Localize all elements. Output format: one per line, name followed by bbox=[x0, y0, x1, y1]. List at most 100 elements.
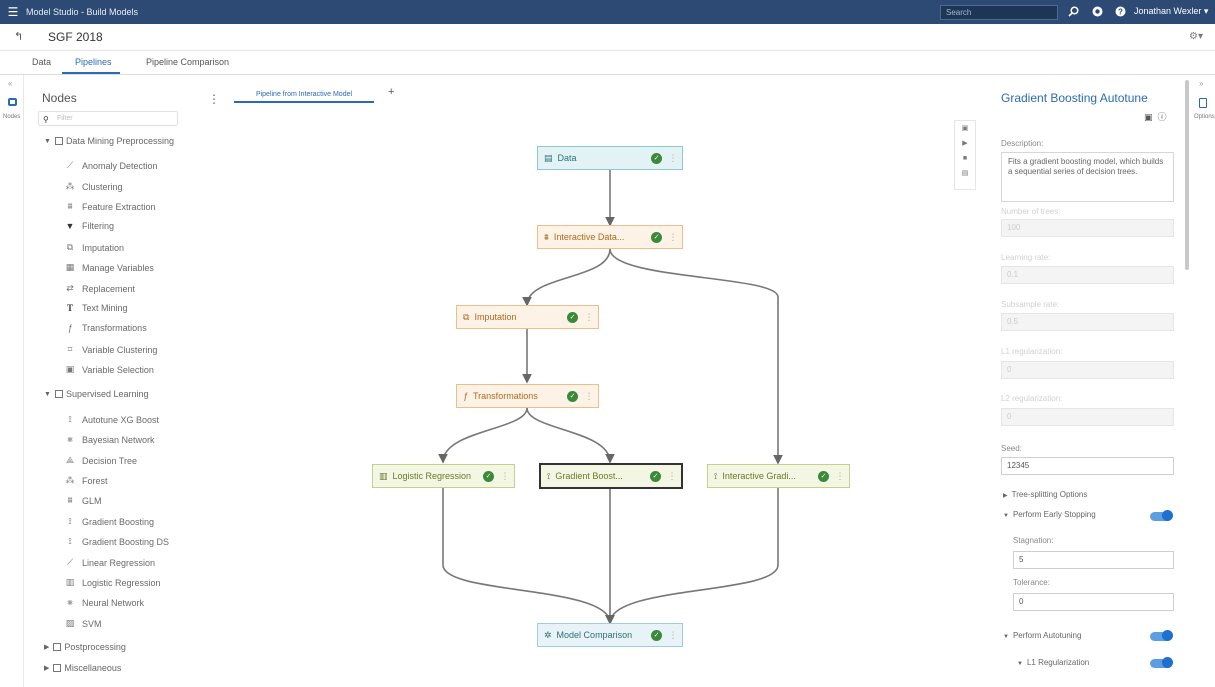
stagnation-label: Stagnation: bbox=[1013, 536, 1054, 545]
save-icon[interactable]: ▣ bbox=[1144, 112, 1153, 122]
group-label: Supervised Learning bbox=[65, 389, 149, 399]
node-label: Transformations bbox=[473, 391, 538, 401]
node-transformations[interactable]: ƒ Transformations ✓ ⋮ bbox=[456, 384, 599, 408]
help-icon[interactable]: ? bbox=[1113, 4, 1127, 18]
number-of-trees-field[interactable]: 100 bbox=[1001, 219, 1174, 237]
l2-regularization-field[interactable]: 0 bbox=[1001, 408, 1174, 426]
node-interactive-data[interactable]: ⩩ Interactive Data... ✓ ⋮ bbox=[537, 225, 683, 249]
node-item-text-mining[interactable]: T Text Mining bbox=[64, 303, 128, 313]
node-item-imputation[interactable]: ⧉ Imputation bbox=[64, 242, 124, 253]
group-miscellaneous[interactable]: ▶ Miscellaneous bbox=[44, 663, 121, 673]
node-menu-icon[interactable]: ⋮ bbox=[668, 630, 678, 641]
options-scrollbar[interactable] bbox=[1185, 80, 1189, 270]
project-actions-icon[interactable]: ⚙▾ bbox=[1189, 31, 1203, 42]
subsample-rate-field[interactable]: 0.5 bbox=[1001, 313, 1174, 331]
caret-right-icon[interactable]: ▶ bbox=[44, 664, 49, 672]
node-item-replacement[interactable]: ⇄ Replacement bbox=[64, 283, 135, 294]
node-gradient-boosting[interactable]: ⟟ Gradient Boost... ✓ ⋮ bbox=[539, 463, 683, 489]
hamburger-menu-icon[interactable]: ☰ bbox=[0, 5, 26, 19]
l1-regularization-field[interactable]: 0 bbox=[1001, 361, 1174, 379]
group-checkbox[interactable] bbox=[54, 390, 63, 398]
early-stopping-section[interactable]: ▼ Perform Early Stopping bbox=[1003, 510, 1096, 519]
node-model-comparison[interactable]: ✲ Model Comparison ✓ ⋮ bbox=[537, 623, 683, 647]
l1-regularization-toggle[interactable] bbox=[1150, 657, 1173, 668]
stagnation-field[interactable]: 5 bbox=[1013, 551, 1174, 569]
user-menu[interactable]: Jonathan Wexler ▾ bbox=[1134, 6, 1208, 17]
group-checkbox[interactable] bbox=[53, 643, 62, 651]
tolerance-field[interactable]: 0 bbox=[1013, 593, 1174, 611]
node-item-forest[interactable]: ⁂ Forest bbox=[64, 475, 108, 486]
node-item-feature-extraction[interactable]: ⩩ Feature Extraction bbox=[64, 201, 156, 212]
node-menu-icon[interactable]: ⋮ bbox=[668, 232, 678, 243]
help-icon[interactable]: ⓘ bbox=[1158, 112, 1167, 122]
l1-regularization-tuning-section[interactable]: ▼ L1 Regularization bbox=[1017, 658, 1089, 667]
caret-down-icon[interactable]: ▼ bbox=[1003, 513, 1009, 519]
node-menu-icon[interactable]: ⋮ bbox=[584, 312, 594, 323]
node-item-neural-network[interactable]: ⨳ Neural Network bbox=[64, 597, 144, 608]
node-item-decision-tree[interactable]: ⟁ Decision Tree bbox=[64, 455, 137, 466]
node-item-gradient-boosting-ds[interactable]: ⟟ Gradient Boosting DS bbox=[64, 536, 169, 547]
group-checkbox[interactable] bbox=[54, 137, 63, 145]
node-menu-icon[interactable]: ⋮ bbox=[667, 471, 677, 482]
node-item-transformations[interactable]: ƒ Transformations bbox=[64, 323, 146, 333]
collapse-right-icon[interactable]: » bbox=[1199, 79, 1203, 88]
group-checkbox[interactable] bbox=[53, 664, 62, 672]
caret-right-icon[interactable]: ▶ bbox=[44, 643, 49, 651]
node-data[interactable]: ▤ Data ✓ ⋮ bbox=[537, 146, 683, 170]
description-label: Description: bbox=[1001, 139, 1044, 148]
caret-down-icon[interactable]: ▼ bbox=[44, 391, 51, 398]
node-item-svm[interactable]: ▨ SVM bbox=[64, 618, 102, 629]
back-arrow-icon[interactable]: ↰ bbox=[14, 30, 23, 43]
group-supervised-learning[interactable]: ▼ Supervised Learning bbox=[44, 389, 149, 399]
node-item-variable-selection[interactable]: ▣ Variable Selection bbox=[64, 364, 154, 375]
node-item-manage-variables[interactable]: ▦ Manage Variables bbox=[64, 262, 154, 273]
tree-splitting-section[interactable]: ▶ Tree-splitting Options bbox=[1003, 490, 1087, 499]
node-menu-icon[interactable]: ⋮ bbox=[835, 471, 845, 482]
search-icon[interactable] bbox=[1066, 4, 1080, 18]
toggle-knob bbox=[1162, 510, 1173, 521]
node-item-logistic-regression[interactable]: ▥ Logistic Regression bbox=[64, 577, 161, 588]
node-item-filtering[interactable]: ▼ Filtering bbox=[64, 221, 114, 231]
seed-field[interactable]: 12345 bbox=[1001, 457, 1174, 475]
nodes-icon[interactable] bbox=[8, 98, 17, 106]
nodes-menu-icon[interactable]: ⋮ bbox=[208, 92, 220, 106]
tab-data[interactable]: Data bbox=[32, 57, 51, 67]
node-interactive-gradient[interactable]: ⟟ Interactive Gradi... ✓ ⋮ bbox=[707, 464, 850, 488]
node-item-gradient-boosting[interactable]: ⟟ Gradient Boosting bbox=[64, 516, 154, 527]
caret-down-icon[interactable]: ▼ bbox=[44, 138, 51, 145]
options-icon[interactable] bbox=[1199, 98, 1207, 108]
l2-regularization-label: L2 regularization: bbox=[1001, 394, 1063, 403]
autotuning-toggle[interactable] bbox=[1150, 630, 1173, 641]
options-toolbar: ▣ ⓘ bbox=[1144, 110, 1167, 123]
node-menu-icon[interactable]: ⋮ bbox=[500, 471, 510, 482]
learning-rate-field[interactable]: 0.1 bbox=[1001, 266, 1174, 284]
node-imputation[interactable]: ⧉ Imputation ✓ ⋮ bbox=[456, 305, 599, 329]
forest-icon: ⁂ bbox=[65, 475, 75, 485]
node-item-anomaly-detection[interactable]: ⟋ Anomaly Detection bbox=[64, 160, 158, 171]
settings-icon[interactable] bbox=[1090, 4, 1104, 18]
search-input[interactable]: Search bbox=[940, 5, 1058, 20]
caret-down-icon[interactable]: ▼ bbox=[1017, 661, 1023, 667]
node-item-bayesian-network[interactable]: ⨳ Bayesian Network bbox=[64, 434, 154, 445]
tab-pipelines[interactable]: Pipelines bbox=[75, 57, 112, 67]
group-postprocessing[interactable]: ▶ Postprocessing bbox=[44, 642, 126, 652]
node-item-clustering[interactable]: ⁂ Clustering bbox=[64, 181, 123, 192]
node-item-linear-regression[interactable]: ⟋ Linear Regression bbox=[64, 557, 155, 568]
caret-down-icon[interactable]: ▼ bbox=[1003, 634, 1009, 640]
node-item-autotune-xg-boost[interactable]: ⟟ Autotune XG Boost bbox=[64, 414, 159, 425]
node-logistic-regression[interactable]: ▥ Logistic Regression ✓ ⋮ bbox=[372, 464, 515, 488]
node-item-variable-clustering[interactable]: ⌗ Variable Clustering bbox=[64, 344, 157, 355]
collapse-left-icon[interactable]: « bbox=[8, 79, 12, 88]
node-label: Gradient Boost... bbox=[555, 471, 623, 481]
node-menu-icon[interactable]: ⋮ bbox=[668, 153, 678, 164]
tab-pipeline-comparison[interactable]: Pipeline Comparison bbox=[146, 57, 229, 67]
node-item-glm[interactable]: ⩩ GLM bbox=[64, 495, 102, 506]
toggle-knob bbox=[1162, 630, 1173, 641]
caret-right-icon[interactable]: ▶ bbox=[1003, 493, 1008, 499]
autotuning-section[interactable]: ▼ Perform Autotuning bbox=[1003, 631, 1081, 640]
node-menu-icon[interactable]: ⋮ bbox=[584, 391, 594, 402]
group-data-mining-preprocessing[interactable]: ▼ Data Mining Preprocessing bbox=[44, 136, 174, 146]
pipeline-canvas[interactable]: Pipeline from Interactive Model + ▣ ▶ ■ … bbox=[230, 75, 982, 687]
filter-input[interactable]: ⚲ Filter bbox=[38, 111, 178, 126]
early-stopping-toggle[interactable] bbox=[1150, 510, 1173, 521]
